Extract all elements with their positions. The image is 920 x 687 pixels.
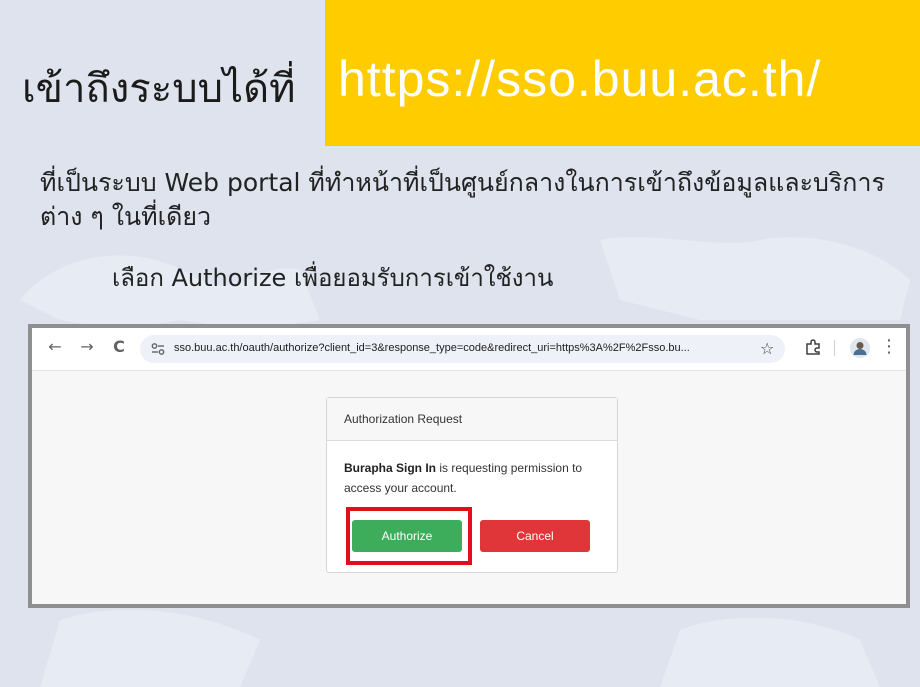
extensions-icon[interactable] <box>804 338 822 356</box>
permission-message: Burapha Sign In is requesting permission… <box>344 458 604 498</box>
reload-icon[interactable]: C <box>109 337 129 357</box>
browser-screenshot: ← → C sso.buu.ac.th/oauth/authorize?clie… <box>28 324 910 608</box>
toolbar-divider <box>834 340 835 356</box>
authorize-highlight-box <box>346 507 472 565</box>
slide-title-prefix: เข้าถึงระบบได้ที่ <box>22 66 296 112</box>
site-settings-icon[interactable] <box>150 341 166 357</box>
browser-menu-icon[interactable]: ⋮ <box>879 337 899 357</box>
address-url[interactable]: sso.buu.ac.th/oauth/authorize?client_id=… <box>174 342 690 354</box>
cancel-button[interactable]: Cancel <box>480 520 590 552</box>
sso-url-text: https://sso.buu.ac.th/ <box>338 51 822 107</box>
forward-icon[interactable]: → <box>77 337 97 357</box>
authorize-page: Authorization Request Burapha Sign In is… <box>32 371 906 604</box>
slide-instruction: เลือก Authorize เพื่อยอมรับการเข้าใช้งาน <box>112 264 554 292</box>
slide-description: ที่เป็นระบบ Web portal ที่ทำหน้าที่เป็นศ… <box>40 168 885 231</box>
profile-avatar-icon[interactable] <box>849 337 871 359</box>
bookmark-star-icon[interactable]: ☆ <box>760 339 774 358</box>
back-icon[interactable]: ← <box>45 337 65 357</box>
address-bar[interactable]: sso.buu.ac.th/oauth/authorize?client_id=… <box>140 335 785 363</box>
browser-toolbar: ← → C sso.buu.ac.th/oauth/authorize?clie… <box>32 328 906 371</box>
app-name: Burapha Sign In <box>344 461 437 475</box>
card-header: Authorization Request <box>327 398 617 441</box>
url-banner: https://sso.buu.ac.th/ <box>325 0 920 146</box>
